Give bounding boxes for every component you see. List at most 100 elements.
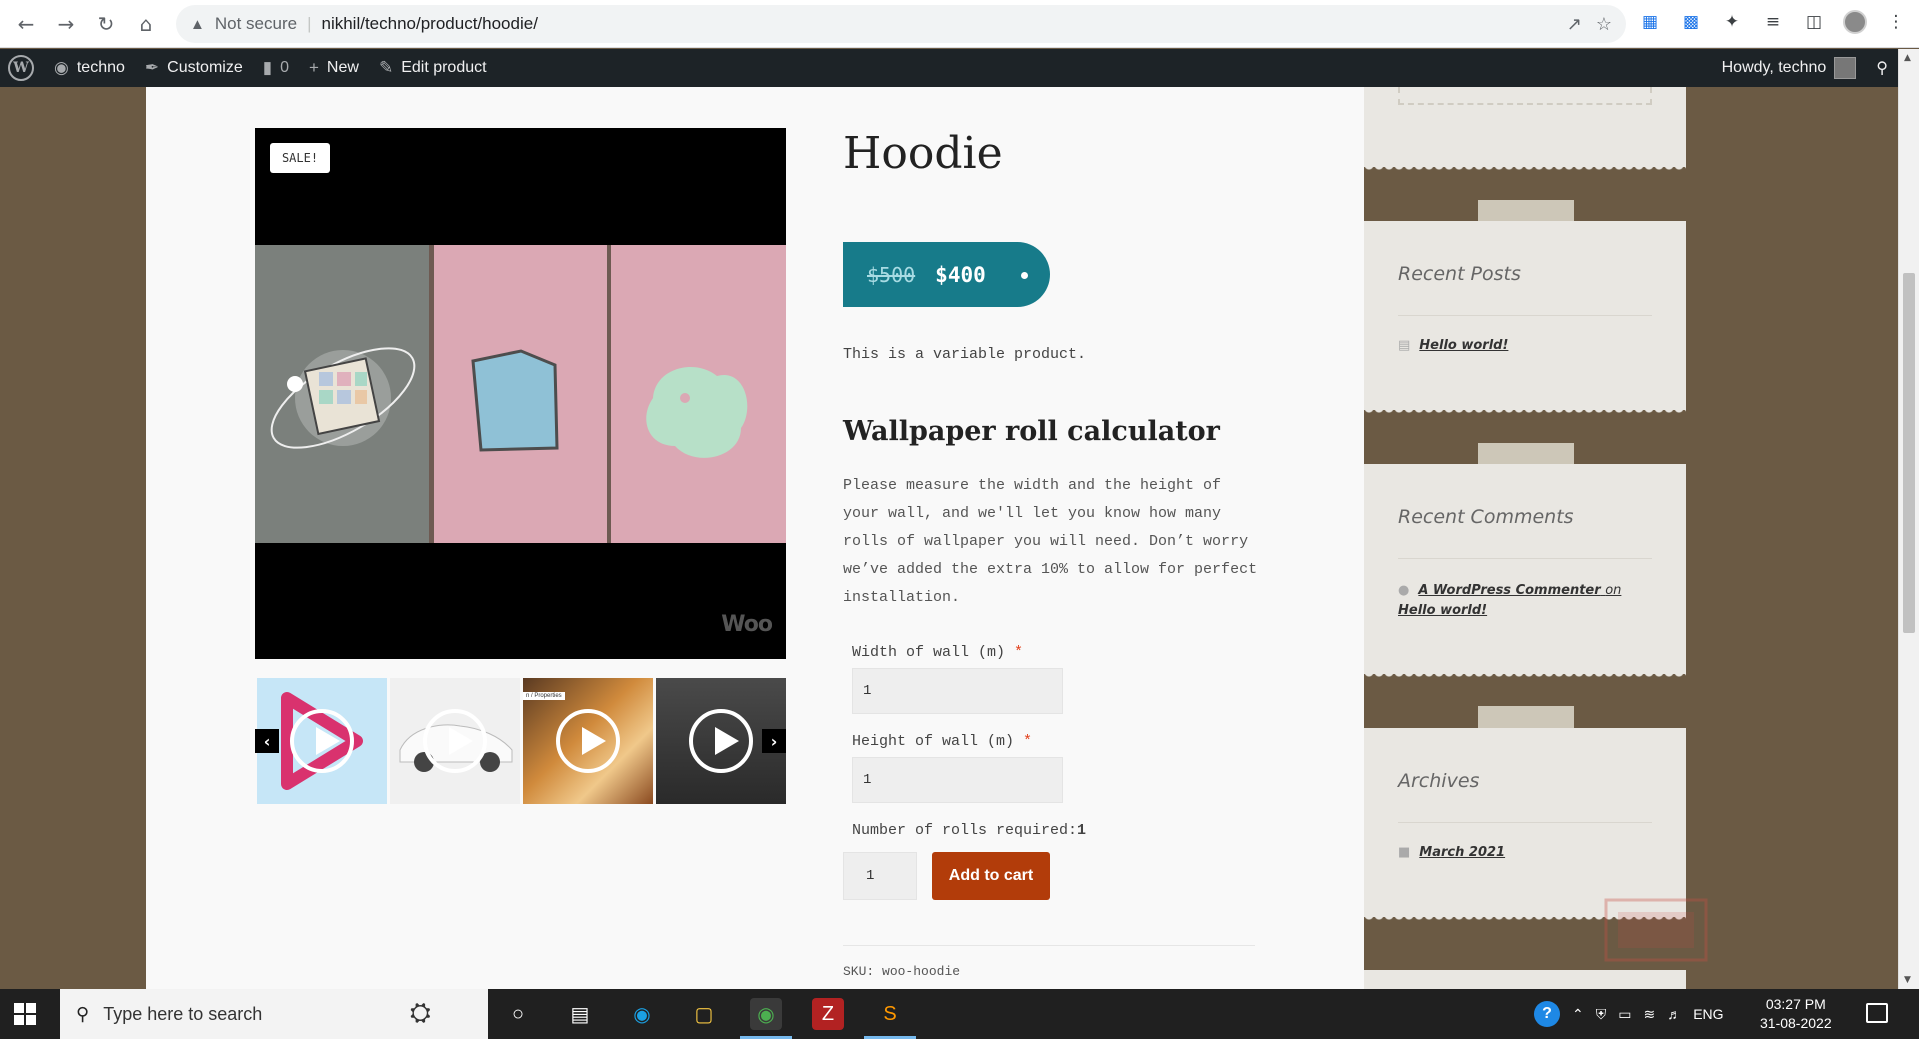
reload-icon[interactable]: ↻ [92,10,120,38]
short-description: This is a variable product. [843,346,1087,363]
recent-post-link[interactable]: ▤ Hello world! [1398,338,1508,353]
extensions-puzzle-icon[interactable]: ✦ [1720,10,1744,34]
filezilla-icon[interactable]: Z [812,998,844,1030]
clock-date: 31-08-2022 [1760,1015,1832,1031]
notifications-icon[interactable] [1866,1003,1888,1023]
video-play-icon [290,709,354,773]
gallery-prev-arrow-icon[interactable]: ‹ [255,729,279,753]
admin-new[interactable]: + New [299,49,369,87]
taskbar-search-box[interactable]: ⚲ Type here to search ⛭ [60,989,488,1039]
height-label: Height of wall (m) * [852,733,1033,750]
pencil-icon: ✎ [378,58,394,77]
url-text[interactable]: nikhil/techno/product/hoodie/ [321,14,537,34]
gallery-thumbnails: n / Properties ‹ › [255,678,786,804]
thumbnail-2[interactable] [390,678,520,804]
quantity-input[interactable]: 1 [843,852,917,900]
site-name-label: techno [76,59,125,76]
address-bar[interactable]: ▲ Not secure | nikhil/techno/product/hoo… [176,5,1626,43]
home-icon[interactable]: ⌂ [132,10,160,38]
wordpress-logo-icon[interactable]: W [8,55,34,81]
customize-label: Customize [167,59,243,76]
scroll-down-arrow-icon[interactable]: ▼ [1904,975,1911,985]
meta-divider [843,945,1255,946]
system-tray: ? ⌃ ⛨ ▭ ≋ ♬ ENG [1534,989,1724,1039]
new-label: New [326,59,359,76]
volume-icon[interactable]: ♬ [1667,1006,1681,1022]
security-label[interactable]: Not secure [215,14,297,34]
reading-list-icon[interactable]: ≡ [1761,10,1785,34]
wp-admin-bar: W ◉ techno ✒ Customize ▮ 0 + New ✎ Edit … [0,49,1898,87]
product-gallery-main[interactable]: SALE! Woo [255,128,786,659]
recent-posts-title: Recent Posts [1398,263,1521,285]
video-play-icon [689,709,753,773]
archives-title: Archives [1398,770,1480,792]
edit-product-label: Edit product [401,59,487,76]
sale-price: $400 [935,262,986,287]
chrome-icon[interactable]: ◉ [750,998,782,1030]
windows-taskbar: ⚲ Type here to search ⛭ ○ ▤ ◉ ▢ ◉ Z S ? … [0,989,1919,1039]
edge-browser-icon[interactable]: ◉ [626,998,658,1030]
browser-menu-icon[interactable]: ⋮ [1884,10,1908,34]
product-sku: SKU: woo-hoodie [843,964,960,979]
width-input[interactable]: 1 [852,668,1063,714]
admin-customize[interactable]: ✒ Customize [135,49,253,87]
admin-site-name[interactable]: ◉ techno [44,49,135,87]
video-play-icon [556,709,620,773]
comment-post-link[interactable]: Hello world! [1398,603,1487,618]
language-indicator[interactable]: ENG [1693,1006,1723,1022]
profile-avatar[interactable] [1843,10,1867,34]
clock-time: 03:27 PM [1765,996,1826,1012]
add-to-cart-button[interactable]: Add to cart [932,852,1050,900]
width-label: Width of wall (m) * [852,644,1024,661]
price-dot [1021,272,1028,279]
extension-google-translate-icon[interactable]: ▩ [1679,10,1703,34]
calculator-description: Please measure the width and the height … [843,477,1258,606]
comment-author-link[interactable]: A WordPress Commenter [1418,583,1600,598]
bookmark-star-icon[interactable]: ☆ [1596,14,1612,35]
forward-arrow-icon[interactable]: → [52,10,80,38]
file-explorer-icon[interactable]: ▢ [688,998,720,1030]
sublime-text-icon[interactable]: S [874,998,906,1030]
wifi-icon[interactable]: ≋ [1643,1006,1655,1023]
help-question-icon[interactable]: ? [1534,1001,1560,1027]
admin-search-icon[interactable]: ⚲ [1866,49,1898,87]
battery-icon[interactable]: ▭ [1618,1006,1631,1023]
dashboard-gauge-icon: ◉ [54,58,69,77]
regular-price: $500 [867,262,916,287]
security-shield-icon[interactable]: ⛨ [1596,1006,1607,1023]
search-highlight-icon: ⛭ [410,997,431,1027]
required-mark: * [1014,644,1024,661]
taskbar-clock[interactable]: 03:27 PM 31-08-2022 [1760,995,1832,1033]
admin-edit-product[interactable]: ✎ Edit product [369,49,497,87]
cortana-icon[interactable]: ○ [502,998,534,1030]
widget-recent-comments: Recent Comments ● A WordPress Commenter o… [1364,464,1686,680]
comment-on-text: on [1605,583,1622,598]
woo-watermark: Woo [721,612,773,637]
windows-start-icon[interactable] [14,1003,36,1025]
site-watermark-seal [1604,898,1714,979]
scrollbar-thumb[interactable] [1903,273,1915,633]
admin-comments[interactable]: ▮ 0 [253,49,299,87]
comment-bubble-icon: ● [1398,583,1410,598]
scroll-up-arrow-icon[interactable]: ▲ [1904,53,1911,63]
extension-translate-icon[interactable]: ▦ [1638,10,1662,34]
video-play-icon [423,709,487,773]
side-panel-icon[interactable]: ◫ [1802,10,1826,34]
task-view-icon[interactable]: ▤ [564,998,596,1030]
page-scrollbar[interactable]: ▲ ▼ [1898,49,1919,989]
warning-triangle-icon: ▲ [190,15,205,33]
show-hidden-icons-chevron-icon[interactable]: ⌃ [1572,1006,1584,1023]
admin-account[interactable]: Howdy, techno [1712,49,1867,87]
search-icon: ⚲ [76,1003,90,1024]
widget-rule [1398,822,1652,823]
required-mark: * [1023,733,1033,750]
height-input[interactable]: 1 [852,757,1063,803]
archive-link[interactable]: ■ March 2021 [1398,845,1505,860]
back-arrow-icon[interactable]: ← [12,10,40,38]
sku-value: woo-hoodie [882,964,961,979]
sku-label: SKU: [843,964,875,979]
share-icon[interactable]: ↗ [1567,14,1582,35]
thumbnail-3[interactable]: n / Properties [523,678,653,804]
gallery-next-arrow-icon[interactable]: › [762,729,786,753]
product-title: Hoodie [843,128,1003,179]
